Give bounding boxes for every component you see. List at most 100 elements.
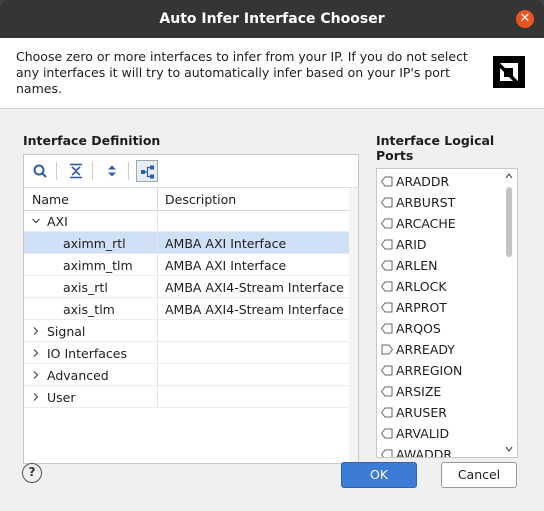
- tree-row-signal[interactable]: Signal: [24, 320, 349, 342]
- row-description: AMBA AXI Interface: [165, 258, 287, 273]
- cell-divider: [157, 276, 158, 298]
- close-icon: ✕: [519, 11, 531, 26]
- port-out-icon: [381, 218, 393, 229]
- ports-scrollbar[interactable]: [503, 169, 515, 457]
- cancel-button[interactable]: Cancel: [441, 462, 517, 488]
- cell-divider: [157, 386, 158, 408]
- logical-ports-label-line1: Interface Logical: [376, 133, 495, 148]
- port-item[interactable]: ARUSER: [377, 402, 501, 423]
- row-description: AMBA AXI Interface: [165, 236, 287, 251]
- table-header: Name Description: [24, 188, 358, 211]
- port-name: ARUSER: [396, 405, 447, 420]
- banner-description: Choose zero or more interfaces to infer …: [16, 49, 468, 96]
- column-divider[interactable]: [157, 188, 158, 210]
- dialog-title: Auto Infer Interface Chooser: [159, 11, 385, 27]
- collapse-all-button[interactable]: [65, 160, 87, 182]
- port-item[interactable]: ARLEN: [377, 255, 501, 276]
- dialog-window: Auto Infer Interface Chooser ✕ Choose ze…: [0, 0, 544, 511]
- tree-row-advanced[interactable]: Advanced: [24, 364, 349, 386]
- port-out-icon: [381, 260, 393, 271]
- row-divider: [24, 407, 349, 408]
- interface-tree-panel: Name Description AXI aximm_rtl AMBA AXI …: [23, 154, 359, 464]
- port-name: ARBURST: [396, 195, 456, 210]
- port-item[interactable]: ARCACHE: [377, 213, 501, 234]
- expand-all-button[interactable]: [101, 160, 123, 182]
- toolbar-separator: [92, 162, 93, 180]
- tree-scrollbar[interactable]: [349, 188, 358, 463]
- scrollbar-thumb[interactable]: [506, 187, 512, 257]
- expand-all-icon: [108, 165, 116, 177]
- row-name: aximm_rtl: [63, 236, 126, 251]
- port-item[interactable]: AWADDR: [377, 444, 501, 458]
- chevron-right-icon[interactable]: [31, 326, 41, 336]
- cell-divider: [157, 342, 158, 364]
- port-name: ARCACHE: [396, 216, 456, 231]
- column-header-name[interactable]: Name: [32, 192, 69, 207]
- tree-row-axis-tlm[interactable]: axis_tlm AMBA AXI4-Stream Interface: [24, 298, 349, 320]
- hierarchy-button[interactable]: [136, 160, 158, 182]
- port-item[interactable]: ARREADY: [377, 339, 501, 360]
- tree-row-user[interactable]: User: [24, 386, 349, 408]
- port-name: AWADDR: [396, 447, 453, 458]
- tree-toolbar: [24, 155, 358, 188]
- port-item[interactable]: ARLOCK: [377, 276, 501, 297]
- port-out-icon: [381, 386, 393, 397]
- port-name: ARREADY: [396, 342, 455, 357]
- tree-row-axi[interactable]: AXI: [24, 210, 349, 232]
- port-out-icon: [381, 239, 393, 250]
- scroll-down-icon[interactable]: [505, 445, 513, 453]
- port-item[interactable]: ARQOS: [377, 318, 501, 339]
- port-name: ARPROT: [396, 300, 447, 315]
- close-button[interactable]: ✕: [516, 10, 534, 28]
- port-out-icon: [381, 176, 393, 187]
- port-item[interactable]: ARREGION: [377, 360, 501, 381]
- port-name: ARQOS: [396, 321, 441, 336]
- port-out-icon: [381, 323, 393, 334]
- port-out-icon: [381, 281, 393, 292]
- search-icon: [33, 164, 47, 178]
- chevron-right-icon[interactable]: [31, 392, 41, 402]
- help-button[interactable]: ?: [22, 463, 42, 483]
- tree-row-aximm-tlm[interactable]: aximm_tlm AMBA AXI Interface: [24, 254, 349, 276]
- cell-divider: [157, 364, 158, 386]
- title-bar[interactable]: Auto Infer Interface Chooser ✕: [0, 0, 544, 38]
- cell-divider: [157, 210, 158, 232]
- port-item[interactable]: ARVALID: [377, 423, 501, 444]
- chevron-right-icon[interactable]: [31, 370, 41, 380]
- column-header-description[interactable]: Description: [165, 192, 236, 207]
- port-out-icon: [381, 407, 393, 418]
- search-button[interactable]: [29, 160, 51, 182]
- toolbar-separator: [128, 162, 129, 180]
- port-item[interactable]: ARSIZE: [377, 381, 501, 402]
- port-name: ARSIZE: [396, 384, 442, 399]
- chevron-down-icon[interactable]: [31, 216, 41, 226]
- port-name: ARADDR: [396, 174, 450, 189]
- cell-divider: [157, 298, 158, 320]
- amd-logo-icon: [493, 56, 525, 88]
- port-item[interactable]: ARADDR: [377, 171, 501, 192]
- row-name: AXI: [47, 214, 68, 229]
- port-item[interactable]: ARID: [377, 234, 501, 255]
- row-name: axis_rtl: [63, 280, 108, 295]
- port-name: ARLOCK: [396, 279, 447, 294]
- tree-row-axis-rtl[interactable]: axis_rtl AMBA AXI4-Stream Interface: [24, 276, 349, 298]
- port-out-icon: [381, 302, 393, 313]
- port-out-icon: [381, 365, 393, 376]
- port-name: ARREGION: [396, 363, 463, 378]
- ok-button[interactable]: OK: [341, 462, 417, 488]
- port-item[interactable]: ARPROT: [377, 297, 501, 318]
- row-name: IO Interfaces: [47, 346, 127, 361]
- port-name: ARVALID: [396, 426, 450, 441]
- toolbar-separator: [56, 162, 57, 180]
- port-name: ARLEN: [396, 258, 438, 273]
- interface-definition-label: Interface Definition: [23, 133, 161, 148]
- tree-row-io-interfaces[interactable]: IO Interfaces: [24, 342, 349, 364]
- chevron-right-icon[interactable]: [31, 348, 41, 358]
- row-name: Signal: [47, 324, 86, 339]
- port-in-icon: [381, 344, 393, 355]
- port-item[interactable]: ARBURST: [377, 192, 501, 213]
- cell-divider: [157, 320, 158, 342]
- port-out-icon: [381, 449, 393, 457]
- scroll-up-icon[interactable]: [505, 172, 513, 180]
- tree-row-aximm-rtl[interactable]: aximm_rtl AMBA AXI Interface: [24, 232, 349, 254]
